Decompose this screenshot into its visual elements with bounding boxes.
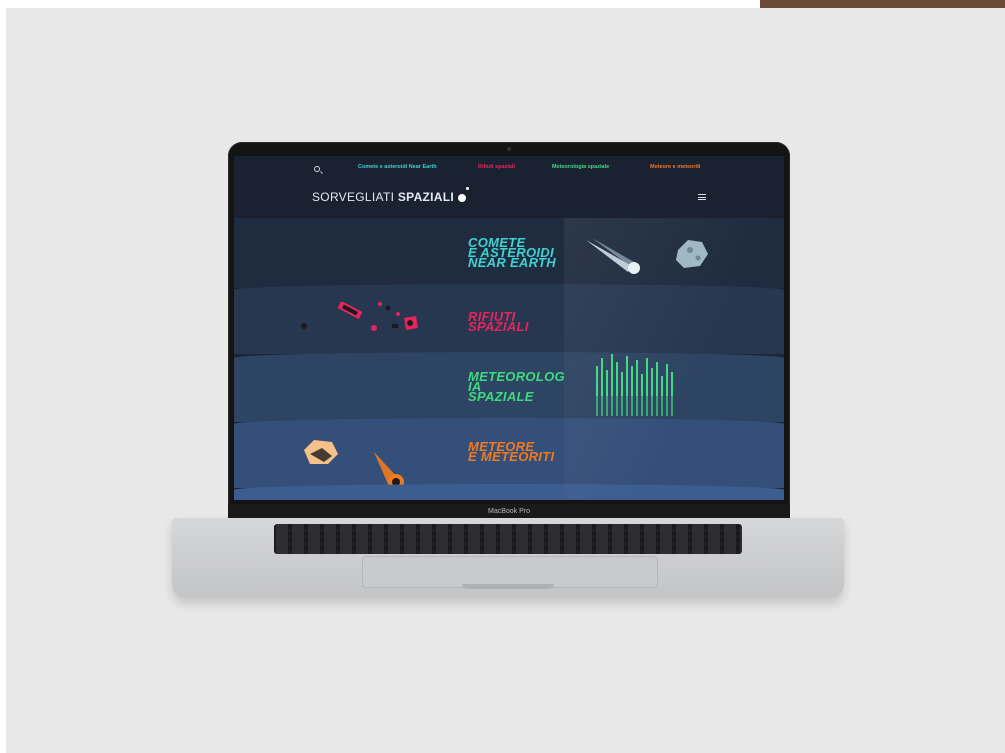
section-title-meteorologia[interactable]: METEOROLOG IA SPAZIALE — [468, 370, 578, 403]
main-nav: Comete e asteroidi Near Earth Rifiuti sp… — [234, 164, 784, 176]
aurora-icon — [592, 354, 682, 418]
space-debris-icon — [301, 302, 418, 331]
laptop-lid: Comete e asteroidi Near Earth Rifiuti sp… — [228, 142, 790, 512]
top-right-photo-edge — [760, 0, 1005, 8]
section-title-meteore[interactable]: METEORE E METEORITI — [468, 440, 578, 463]
laptop-base — [172, 518, 844, 598]
site-logo[interactable]: SORVEGLIATI SPAZIALI — [312, 190, 454, 204]
nav-item-rifiuti[interactable]: Rifiuti spaziali — [478, 164, 515, 170]
section-footer-band — [234, 484, 784, 500]
nav-item-comete[interactable]: Comete e asteroidi Near Earth — [358, 164, 437, 170]
asteroid-icon — [676, 240, 708, 268]
meteorite-rock-icon — [304, 440, 338, 464]
menu-hamburger-icon[interactable] — [698, 194, 706, 200]
comet-icon — [586, 238, 640, 274]
left-edge — [0, 0, 6, 753]
camera-icon — [507, 147, 511, 151]
section-title-rifiuti[interactable]: RIFIUTI SPAZIALI — [468, 310, 578, 333]
section-title-comete[interactable]: COMETE E ASTEROIDI NEAR EARTH — [468, 236, 578, 269]
keyboard — [274, 524, 742, 554]
logo-planet-icon — [458, 194, 466, 202]
logo-star-icon — [466, 187, 469, 190]
laptop-screen: Comete e asteroidi Near Earth Rifiuti sp… — [234, 156, 784, 500]
nav-item-meteore[interactable]: Meteore e meteoriti — [650, 164, 700, 170]
lid-notch — [462, 584, 554, 589]
site-header: Comete e asteroidi Near Earth Rifiuti sp… — [234, 156, 784, 218]
nav-item-meteorologia[interactable]: Meteorologia spaziale — [552, 164, 609, 170]
